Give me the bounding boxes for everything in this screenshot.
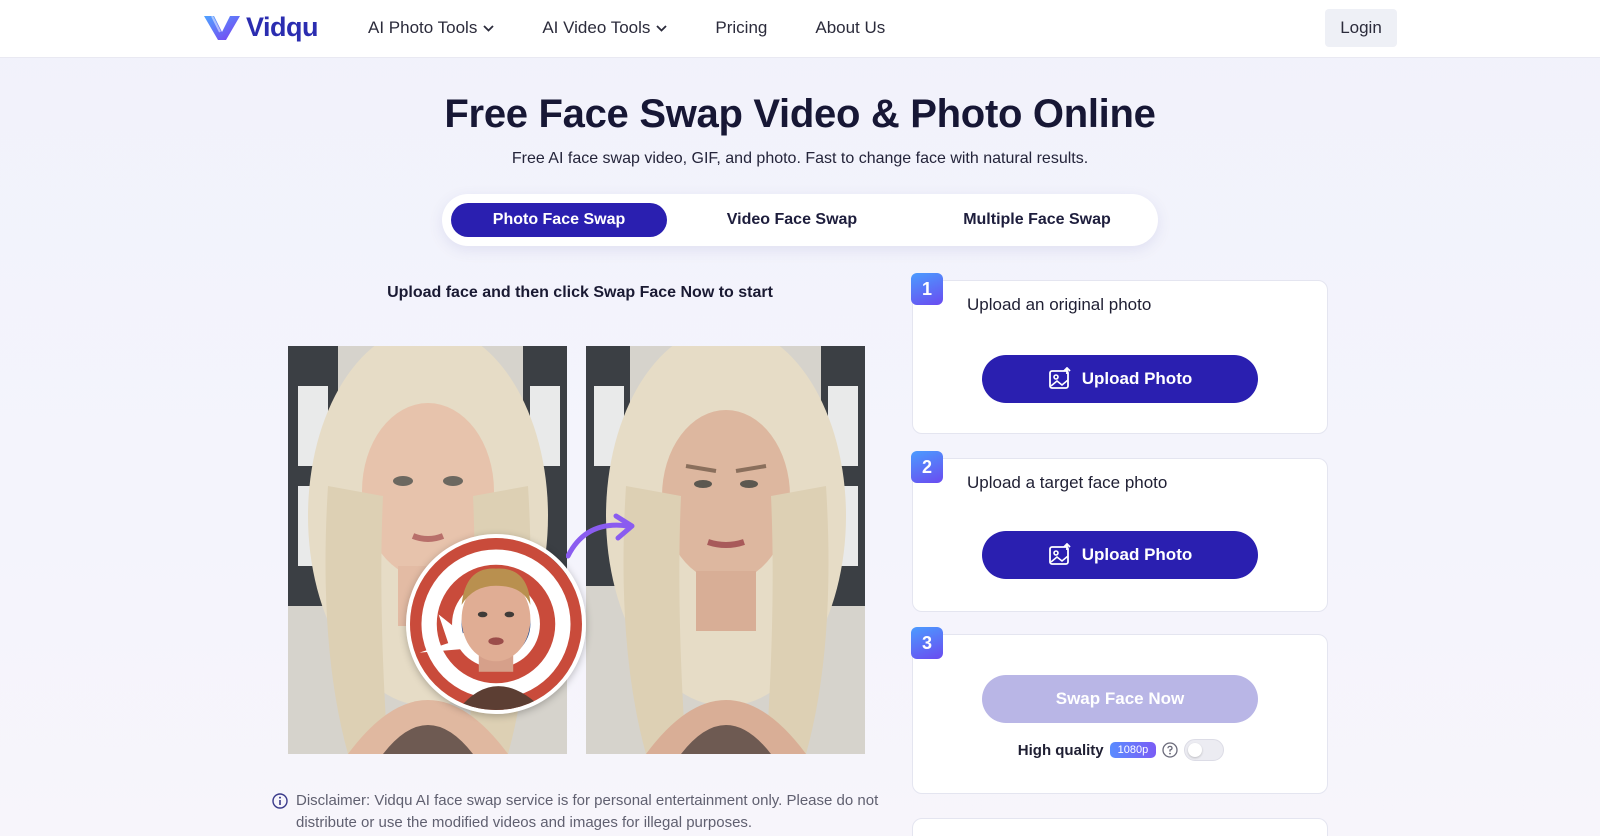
nav-label: About Us [815, 18, 886, 37]
source-face-image [410, 538, 582, 710]
resolution-badge: 1080p [1109, 742, 1157, 758]
login-button[interactable]: Login [1325, 9, 1397, 47]
main-nav: AI Photo Tools AI Video Tools Pricing Ab… [368, 0, 933, 56]
nav-ai-video-tools[interactable]: AI Video Tools [542, 18, 668, 38]
chevron-down-icon [483, 24, 494, 32]
nav-label: AI Photo Tools [368, 18, 478, 37]
nav-label: AI Video Tools [542, 18, 651, 37]
step-card-swap: 3 Swap Face Now High quality 1080p [911, 627, 1329, 794]
step-label: Upload a target face photo [967, 473, 1168, 492]
nav-label: Pricing [715, 18, 768, 37]
info-icon [272, 793, 288, 809]
nav-ai-photo-tools[interactable]: AI Photo Tools [368, 18, 494, 38]
demo-illustration [288, 346, 866, 756]
disclaimer-text: Disclaimer: Vidqu AI face swap service i… [296, 792, 879, 831]
tab-multiple-face-swap[interactable]: Multiple Face Swap [922, 203, 1152, 237]
step-label: Upload an original photo [967, 295, 1152, 314]
button-label: Upload Photo [1081, 545, 1193, 564]
page-title: Free Face Swap Video & Photo Online [444, 92, 1156, 136]
step-number-badge: 2 [911, 451, 943, 483]
source-face-circle [406, 534, 586, 714]
step-card-upload-target: 2 Upload a target face photo Upload Phot… [911, 451, 1328, 612]
upload-target-photo-button[interactable]: Upload Photo [982, 531, 1258, 579]
high-quality-row: High quality 1080p [913, 739, 1329, 761]
disclaimer: Disclaimer: Vidqu AI face swap service i… [272, 790, 892, 834]
logo-text: Vidqu [246, 11, 319, 42]
step-card-next [912, 818, 1328, 836]
image-upload-icon [1048, 543, 1071, 565]
tab-photo-face-swap[interactable]: Photo Face Swap [451, 203, 667, 237]
tab-video-face-swap[interactable]: Video Face Swap [692, 203, 892, 237]
upload-original-photo-button[interactable]: Upload Photo [982, 355, 1258, 403]
step-card-upload-original: 1 Upload an original photo Upload Photo [911, 273, 1328, 434]
mode-tabs: Photo Face Swap Video Face Swap Multiple… [442, 194, 1158, 246]
nav-about-us[interactable]: About Us [815, 18, 885, 38]
nav-pricing[interactable]: Pricing [715, 18, 767, 38]
vidqu-logo[interactable]: Vidqu [202, 10, 319, 44]
page-subtitle: Free AI face swap video, GIF, and photo.… [511, 150, 1089, 167]
button-label: Upload Photo [1081, 369, 1193, 388]
swap-face-now-button[interactable]: Swap Face Now [982, 675, 1258, 723]
upload-instruction: Upload face and then click Swap Face Now… [387, 284, 773, 301]
image-upload-icon [1048, 367, 1071, 389]
swap-arrow-icon [566, 513, 635, 559]
step-number-badge: 1 [911, 273, 943, 305]
vidqu-logo-icon [204, 15, 240, 40]
step-number-badge: 3 [911, 627, 943, 659]
chevron-down-icon [656, 24, 668, 32]
toggle-knob [1188, 743, 1203, 757]
site-header: Vidqu AI Photo Tools AI Video Tools Pric… [0, 0, 1600, 58]
high-quality-toggle[interactable] [1184, 739, 1225, 761]
help-icon[interactable] [1162, 742, 1178, 758]
high-quality-label: High quality [1017, 741, 1104, 759]
